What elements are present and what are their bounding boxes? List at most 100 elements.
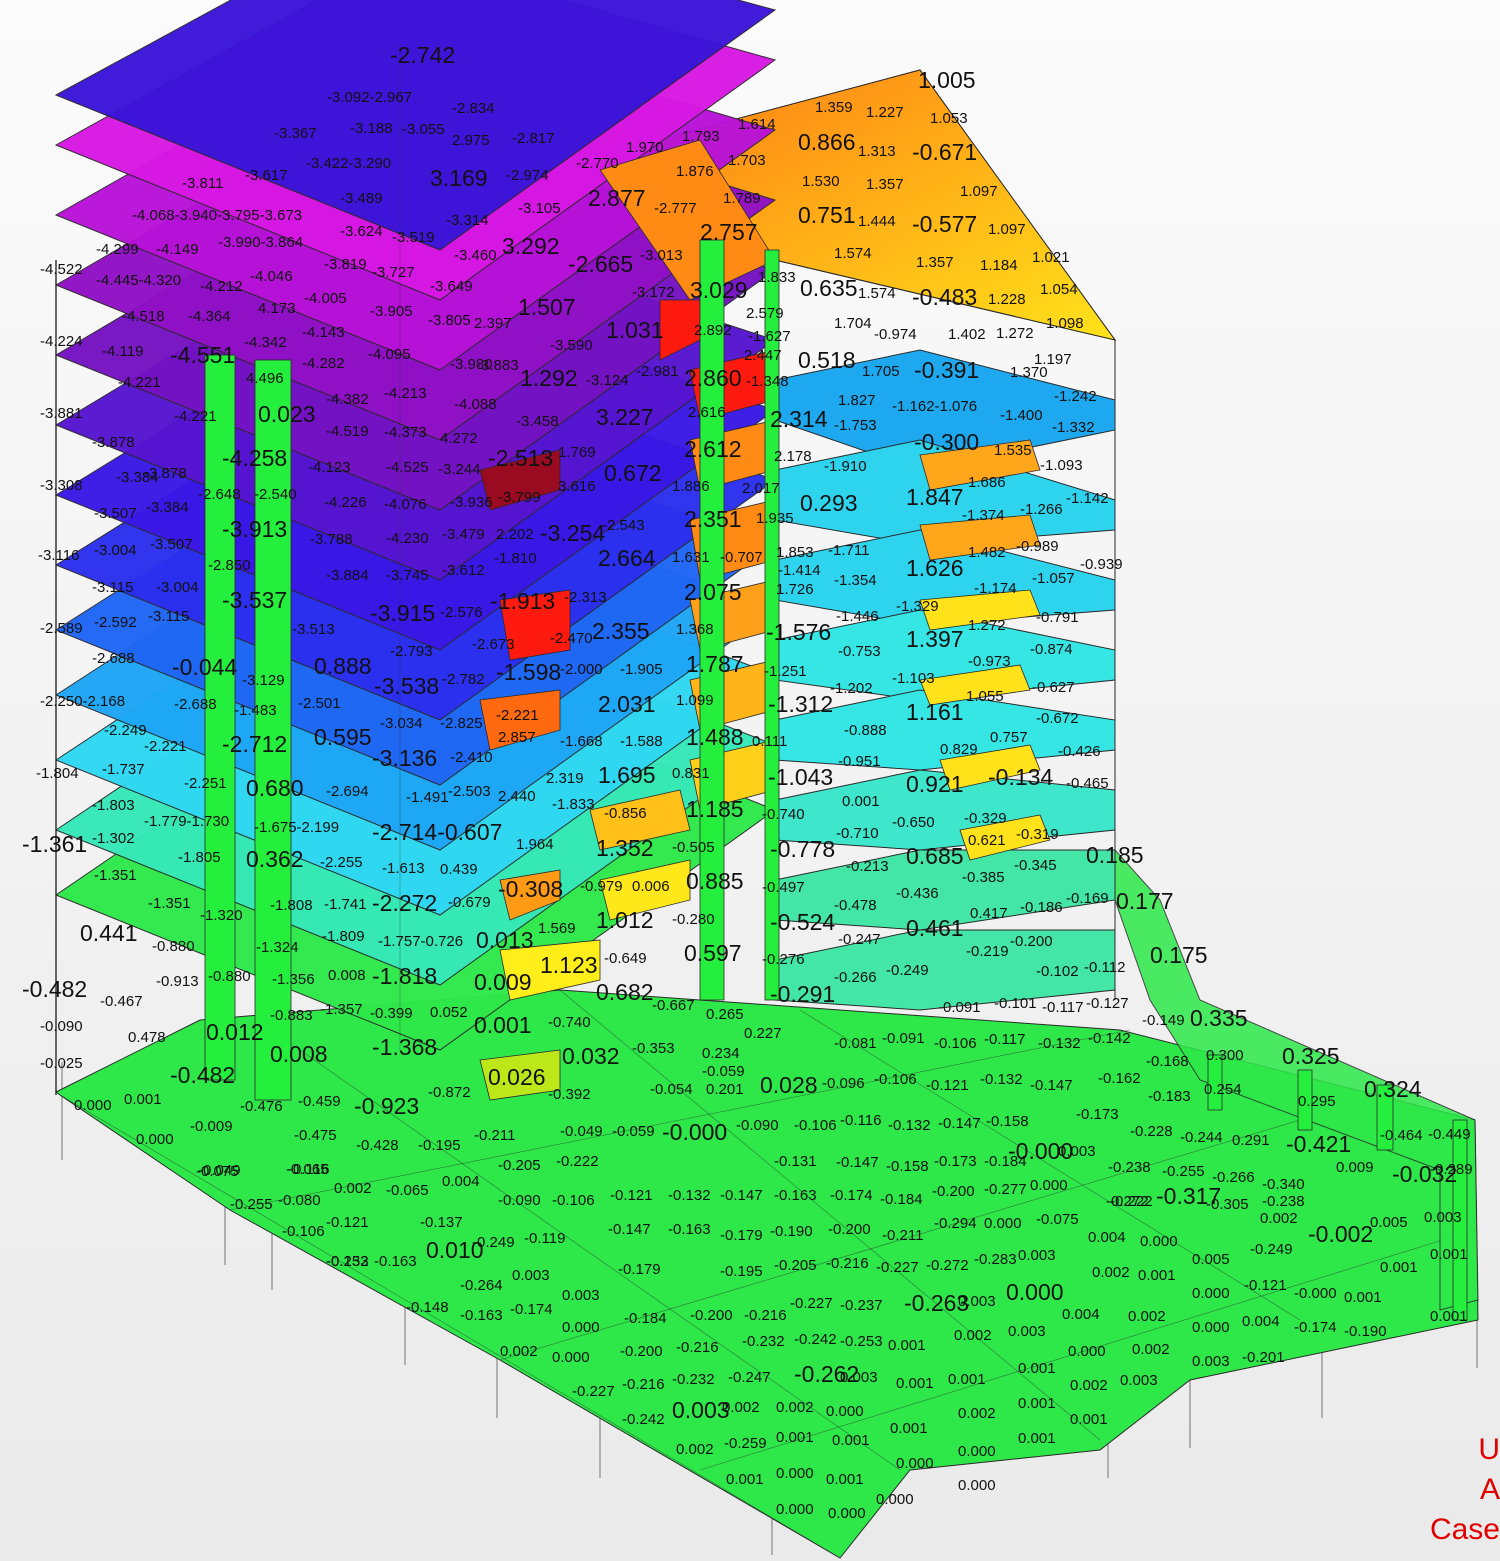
value-label: -0.054 (650, 1081, 693, 1098)
value-label: 0.518 (798, 347, 856, 373)
value-label: -3.254 (540, 520, 605, 546)
value-label: -3.905 (370, 303, 413, 320)
value-label: 0.002 (722, 1399, 760, 1416)
value-label: 3.616 (558, 478, 596, 495)
value-label: -0.421 (1286, 1131, 1351, 1157)
value-label: 0.000 (1030, 1177, 1068, 1194)
value-label: 0.885 (686, 868, 744, 894)
value-label: 0.682 (596, 979, 654, 1005)
value-label: -4.221 (174, 408, 217, 425)
value-label: 0.004 (1062, 1306, 1100, 1323)
value-label: 0.001 (888, 1337, 926, 1354)
value-label: -2.249 (104, 722, 147, 739)
value-label: -4.382 (326, 391, 369, 408)
value-label: 0.003 (1058, 1143, 1096, 1160)
value-label: -0.300 (914, 429, 979, 455)
result-contour-viewport[interactable]: -2.742 1.005 -3.092-2.967 -2.834 1.359 1.227 1… (0, 0, 1500, 1561)
value-label: -0.102 (1036, 963, 1079, 980)
value-label: -0.121 (610, 1187, 653, 1204)
value-label: 0.001 (1430, 1308, 1468, 1325)
value-label: -0.753 (838, 643, 881, 660)
value-label: -1.737 (102, 761, 145, 778)
value-label: -1.324 (256, 939, 299, 956)
value-label: -0.184 (624, 1310, 667, 1327)
value-label: 0.002 (1070, 1377, 1108, 1394)
value-label: -0.200 (620, 1343, 663, 1360)
value-label: 0.032 (562, 1043, 620, 1069)
value-label: -3.727 (372, 264, 415, 281)
value-label: 0.003 (1008, 1323, 1046, 1340)
value-label: -0.153 (326, 1253, 369, 1270)
value-label: 2.579 (746, 305, 784, 322)
value-label: 0.001 (896, 1375, 934, 1392)
value-label: -4.299 (96, 241, 139, 258)
value-label: -0.974 (874, 326, 917, 343)
value-label: 0.013 (476, 927, 534, 953)
value-label: 2.664 (598, 545, 656, 571)
value-label: -0.117 (1042, 999, 1083, 1016)
value-label: -4.005 (304, 290, 347, 307)
value-label: -0.112 (1084, 959, 1125, 976)
value-label: -0.116 (840, 1112, 881, 1129)
value-label: -2.513 (488, 445, 553, 471)
value-label: -0.009 (190, 1118, 233, 1135)
value-label: -0.478 (834, 897, 877, 914)
value-label: 0.009 (474, 969, 532, 995)
value-label: -0.106 (874, 1071, 917, 1088)
value-label: 1.053 (930, 110, 968, 127)
value-label: 0.001 (1344, 1289, 1382, 1306)
value-label: 0.000 (776, 1501, 814, 1518)
value-label: 0.921 (906, 771, 964, 797)
value-label: 0.254 (1204, 1081, 1242, 1098)
value-label: -0.627 (1032, 679, 1075, 696)
value-label: -0.065 (286, 1161, 329, 1178)
value-label: -2.255 (320, 854, 363, 871)
value-label: -1.668 (560, 733, 603, 750)
value-label: 0.175 (1150, 942, 1208, 968)
value-label: -0.308 (498, 876, 563, 902)
value-label: -1.753 (834, 417, 877, 434)
value-label: 1.368 (676, 621, 714, 638)
value-label: -0.266 (834, 969, 877, 986)
caption-line: A (1479, 1473, 1500, 1506)
value-label: -0.264 (460, 1277, 503, 1294)
value-label: 2.314 (770, 406, 828, 432)
result-caption: U A Case (1420, 1430, 1500, 1550)
value-label: 0.002 (776, 1399, 814, 1416)
value-label: -1.913 (490, 588, 555, 614)
value-label: 0.003 (562, 1287, 600, 1304)
value-label: -0.000 (662, 1119, 727, 1145)
value-label: -2.501 (298, 695, 341, 712)
value-label: -0.163 (374, 1253, 417, 1270)
value-label: 0.001 (890, 1420, 928, 1437)
value-label: 0.003 (958, 1293, 996, 1310)
value-label: -0.163 (668, 1221, 711, 1238)
value-label: 1.021 (1032, 249, 1070, 266)
value-label: -3.034 (380, 715, 423, 732)
value-label: 0.006 (632, 878, 670, 895)
value-label: 0.003 (1192, 1353, 1230, 1370)
value-label: -3.116 (38, 547, 79, 564)
value-label: 0.002 (500, 1343, 538, 1360)
value-label: 0.291 (1232, 1132, 1270, 1149)
value-label: -3.105 (518, 200, 561, 217)
value-label: 0.000 (876, 1491, 914, 1508)
value-label: -0.101 (994, 995, 1037, 1012)
value-label: -0.464 (1380, 1127, 1423, 1144)
value-label: -0.106 (282, 1223, 325, 1240)
value-label: 0.002 (334, 1180, 372, 1197)
value-label: -0.237 (840, 1297, 883, 1314)
value-label: -3.513 (292, 621, 335, 638)
value-label: 0.001 (1138, 1267, 1176, 1284)
value-label: 1.055 (966, 688, 1004, 705)
value-label: -2.470 (550, 630, 593, 647)
value-label: -1.741 (324, 896, 367, 913)
value-label: -2.272 (372, 890, 437, 916)
value-label: -4.230 (386, 530, 429, 547)
value-label: -0.147 (836, 1154, 879, 1171)
value-label: -0.874 (1030, 641, 1073, 658)
value-label: -0.283 (974, 1251, 1017, 1268)
value-label: 1.099 (676, 692, 714, 709)
value-label: -1.711 (828, 542, 869, 559)
value-label: -0.672 (1036, 710, 1079, 727)
